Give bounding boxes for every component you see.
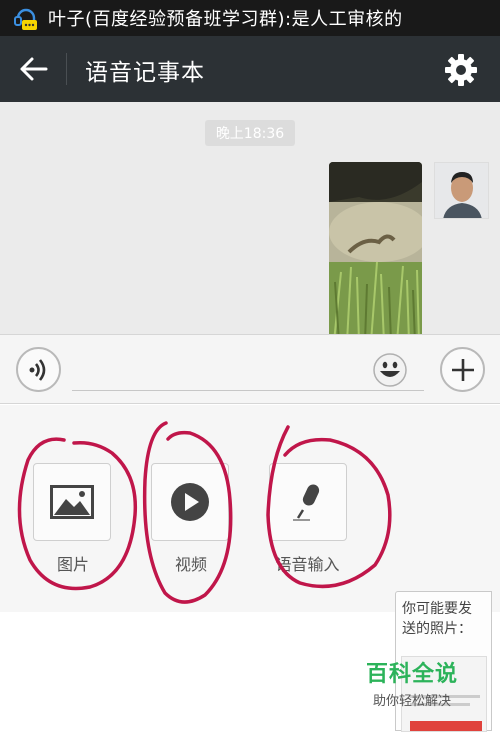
tool-image-box[interactable]	[33, 463, 111, 541]
message-input-bar	[0, 334, 500, 404]
back-arrow-icon[interactable]	[18, 54, 50, 84]
avatar[interactable]	[434, 162, 489, 219]
suggested-photo-text: 你可能要发送的照片：	[402, 601, 472, 637]
tool-video-box[interactable]	[151, 463, 229, 541]
tool-video-label: 视频	[174, 555, 207, 574]
image-icon	[50, 485, 94, 519]
watermark-title: 百科全说	[365, 662, 458, 687]
microphone-icon	[293, 484, 320, 521]
smiley-icon[interactable]	[373, 353, 407, 387]
watermark-logo: 百科全说 助你轻松解决	[362, 656, 462, 709]
notification-bar: 叶子(百度经验预备班学习群):是人工审核的	[0, 0, 500, 36]
tool-video-button[interactable]: 视频	[151, 463, 231, 575]
voice-wave-icon[interactable]	[16, 347, 61, 392]
gear-icon[interactable]	[443, 52, 479, 88]
plus-icon[interactable]	[440, 347, 485, 392]
chat-area: 晚上18:36	[0, 102, 500, 334]
tool-image-button[interactable]: 图片	[33, 463, 113, 575]
tool-voice-input-box[interactable]	[269, 463, 347, 541]
chat-notification-icon	[12, 4, 40, 32]
notification-text: 叶子(百度经验预备班学习群):是人工审核的	[48, 9, 403, 30]
tool-voice-input-label: 语音输入	[275, 555, 340, 574]
watermark-subtitle: 助你轻松解决	[372, 694, 451, 709]
app-title-bar: 语音记事本	[0, 36, 500, 102]
message-text-input[interactable]	[72, 351, 424, 391]
video-message-thumbnail[interactable]	[329, 162, 422, 334]
tool-voice-input-button[interactable]: 语音输入	[269, 463, 349, 575]
play-icon	[171, 483, 209, 521]
tool-image-label: 图片	[56, 555, 89, 574]
title-divider	[66, 53, 67, 85]
timestamp-badge: 晚上18:36	[205, 120, 295, 146]
page-title: 语音记事本	[85, 60, 205, 86]
